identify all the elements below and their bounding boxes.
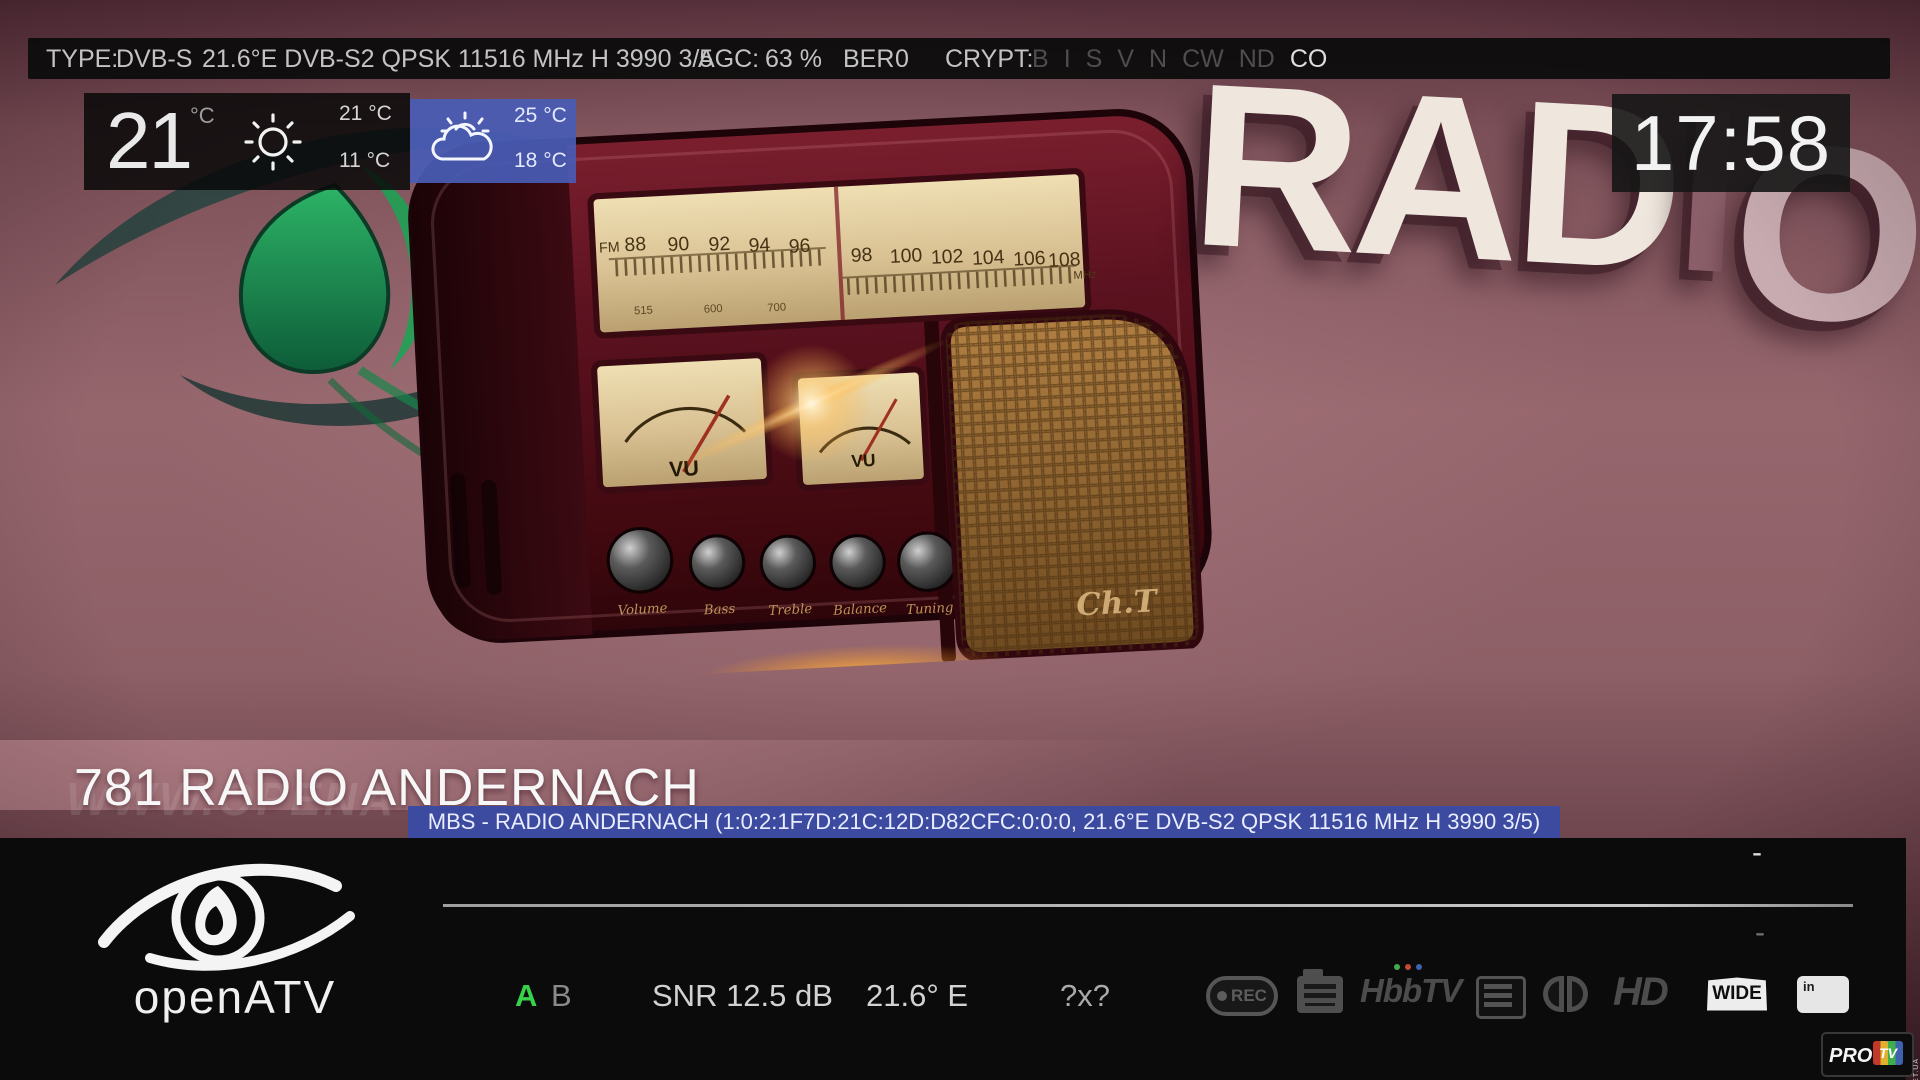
dolby-icon <box>1543 976 1588 1012</box>
audio-track-a: A <box>515 978 537 1014</box>
tomorrow-high: 25 °C <box>514 104 567 128</box>
hbbtv-dots <box>1394 964 1422 970</box>
svg-text:FM: FM <box>599 240 621 257</box>
today-high: 21 °C <box>339 102 392 126</box>
hbbtv-icon: HbbTV <box>1360 972 1461 1010</box>
radio-knobs: Volume Bass Treble Balance Tuning <box>607 512 959 633</box>
svg-text:515: 515 <box>634 304 653 317</box>
svg-text:96: 96 <box>788 235 811 258</box>
clock-time: 17:58 <box>1631 98 1831 189</box>
svg-text:600: 600 <box>703 303 722 316</box>
svg-text:92: 92 <box>708 233 731 256</box>
svg-text:94: 94 <box>748 234 771 257</box>
crypt-flag-b: B <box>1032 45 1049 74</box>
now-event-placeholder: - <box>1752 836 1762 870</box>
svg-text:Balance: Balance <box>832 601 888 619</box>
vu-meter-left: VU <box>594 355 771 491</box>
svg-text:100: 100 <box>889 244 923 268</box>
widescreen-icon: WIDE <box>1707 976 1767 1012</box>
weather-current: 21 °C 21 °C 11 °C <box>84 93 410 190</box>
svg-text:MHz: MHz <box>1073 269 1097 282</box>
weather-forecast: 25 °C 18 °C <box>410 99 576 183</box>
hbbtv-label: HbbTV <box>1360 972 1461 1009</box>
ci-card-icon: in <box>1797 976 1849 1013</box>
svg-text:Ch.T: Ch.T <box>1075 583 1159 623</box>
svg-text:Treble: Treble <box>768 602 813 619</box>
crypt-flag-co: CO <box>1290 45 1328 74</box>
current-temp-unit: °C <box>190 103 215 129</box>
protv-tv-badge: TV <box>1873 1041 1903 1065</box>
service-reference-bar: MBS - RADIO ANDERNACH (1:0:2:1F7D:21C:12… <box>408 806 1560 838</box>
svg-text:108: 108 <box>1048 248 1082 272</box>
crypt-flag-i: I <box>1064 45 1071 74</box>
sun-icon <box>230 107 316 177</box>
service-reference-text: MBS - RADIO ANDERNACH (1:0:2:1F7D:21C:12… <box>428 809 1541 835</box>
tuner-info-bar: TYPE: DVB-S 21.6°E DVB-S2 QPSK 11516 MHz… <box>28 38 1890 79</box>
info-panel: - - openATV A B SNR 12.5 dB 21.6° E ?x? … <box>0 838 1906 1080</box>
resolution-value: ?x? <box>1060 978 1110 1014</box>
protv-watermark: PRO TV NET.UA <box>1821 1032 1914 1077</box>
svg-text:VU: VU <box>668 456 699 482</box>
protv-net-text: NET.UA <box>1913 1058 1920 1080</box>
crypt-flag-nd: ND <box>1239 45 1275 74</box>
svg-text:102: 102 <box>930 245 964 269</box>
next-event-placeholder: - <box>1755 916 1765 950</box>
svg-text:98: 98 <box>850 244 873 267</box>
openatv-brand-text: openATV <box>104 970 366 1024</box>
tomorrow-low: 18 °C <box>514 149 567 173</box>
svg-text:Tuning: Tuning <box>906 601 954 618</box>
svg-text:90: 90 <box>667 233 690 256</box>
clock: 17:58 <box>1612 94 1850 192</box>
crypt-flag-v: V <box>1117 45 1134 74</box>
svg-text:Bass: Bass <box>702 602 735 619</box>
crypt-flag-s: S <box>1086 45 1103 74</box>
current-temp: 21 <box>106 95 191 187</box>
today-low: 11 °C <box>339 149 390 173</box>
svg-text:VU: VU <box>851 450 876 471</box>
speaker-grille: Ch.T <box>945 310 1200 658</box>
crypt-flag-n: N <box>1149 45 1167 74</box>
rec-dot <box>1217 991 1227 1001</box>
crypt-label: CRYPT: <box>945 45 1033 74</box>
agc-label: AGC: <box>698 45 759 74</box>
snr-value: SNR 12.5 dB <box>652 978 833 1014</box>
crypt-flags: B I S V N CW ND CO <box>1032 45 1327 74</box>
ber-label: BER <box>843 45 894 74</box>
partly-cloudy-icon <box>422 107 506 177</box>
svg-text:88: 88 <box>624 233 647 256</box>
svg-text:700: 700 <box>767 302 786 315</box>
hd-icon: HD <box>1613 970 1667 1015</box>
svg-text:Volume: Volume <box>617 601 668 619</box>
dolby-left-d <box>1543 976 1564 1012</box>
protv-pro-text: PRO <box>1829 1045 1872 1068</box>
tuner-type-value: DVB-S <box>116 45 192 74</box>
dolby-right-d <box>1567 976 1588 1012</box>
rec-label: REC <box>1231 986 1267 1006</box>
tv-screen: FM 88 90 92 94 96 98 100 102 104 106 108… <box>0 0 1920 1080</box>
svg-text:106: 106 <box>1013 247 1047 271</box>
openatv-eye-logo <box>98 846 372 974</box>
rec-icon: REC <box>1206 976 1278 1016</box>
ber-value: 0 <box>895 45 909 74</box>
records-icon <box>1297 976 1343 1013</box>
event-separator-line <box>443 904 1853 907</box>
transponder-info: 21.6°E DVB-S2 QPSK 11516 MHz H 3990 3/5 <box>202 45 713 74</box>
crypt-flag-cw: CW <box>1182 45 1224 74</box>
svg-text:104: 104 <box>971 246 1005 270</box>
orbital-position: 21.6° E <box>866 978 968 1014</box>
agc-value: 63 % <box>765 45 822 74</box>
radio-dial: FM 88 90 92 94 96 98 100 102 104 106 108… <box>590 170 1099 335</box>
teletext-icon <box>1476 976 1526 1019</box>
tuner-type-label: TYPE: <box>46 45 118 74</box>
audio-track-b: B <box>551 978 572 1014</box>
vu-meter-right: VU <box>794 369 927 488</box>
